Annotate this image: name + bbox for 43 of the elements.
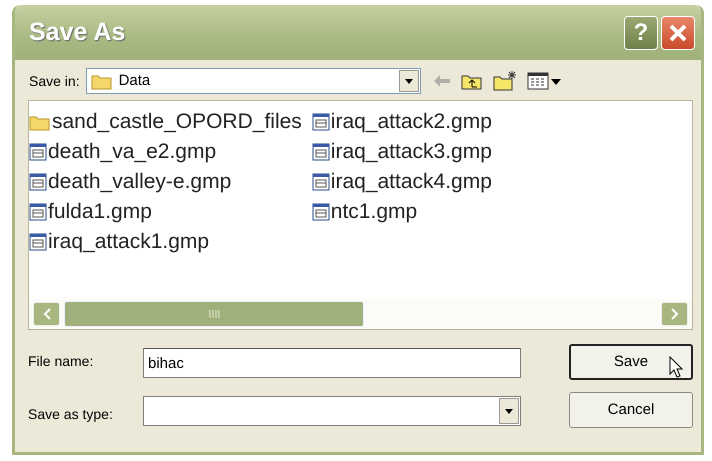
mouse-cursor-icon [669,356,683,378]
file-icon [312,112,330,132]
file-name: sand_castle_OPORD_files [52,109,302,136]
close-button[interactable] [661,16,695,50]
dropdown-button[interactable] [499,398,519,424]
file-item[interactable]: fulda1.gmp [29,197,302,227]
folder-name: Data [118,70,152,91]
file-item[interactable]: death_va_e2.gmp [29,137,302,167]
file-item[interactable]: iraq_attack4.gmp [312,167,492,197]
new-folder-icon[interactable] [492,70,517,92]
file-item[interactable]: iraq_attack3.gmp [312,137,492,167]
save-in-label: Save in: [29,72,80,90]
file-item[interactable]: death_valley-e.gmp [29,167,302,197]
file-icon [312,172,330,192]
file-name-field[interactable]: bihac [143,348,521,378]
save-in-dropdown[interactable]: Data [86,68,421,94]
window-title: Save As [29,16,126,48]
file-icon [312,142,330,162]
file-name: ntc1.gmp [330,199,418,226]
save-button[interactable]: Save [569,344,693,380]
file-item[interactable]: iraq_attack2.gmp [312,107,492,137]
file-name: iraq_attack1.gmp [48,229,210,256]
file-name: death_va_e2.gmp [48,139,216,166]
close-icon [668,22,688,42]
cancel-button[interactable]: Cancel [569,392,693,428]
file-item[interactable]: sand_castle_OPORD_files [29,107,302,137]
dropdown-button[interactable] [398,70,419,92]
file-name: fulda1.gmp [48,199,152,226]
file-name: iraq_attack2.gmp [330,109,492,136]
grip-icon [208,309,220,319]
file-item[interactable]: iraq_attack1.gmp [29,227,302,257]
caret-icon [504,408,514,414]
file-icon [312,202,330,222]
file-name: death_valley-e.gmp [48,169,232,196]
file-name: iraq_attack3.gmp [330,139,492,166]
save-as-type-label: Save as type: [28,405,114,424]
save-as-type-dropdown[interactable] [143,396,521,426]
scroll-thumb[interactable] [64,301,364,327]
file-item[interactable]: ntc1.gmp [312,197,492,227]
file-name-label: File name: [28,352,94,371]
caret-icon [404,78,414,84]
file-name: iraq_attack4.gmp [330,169,492,196]
view-menu-icon[interactable] [526,71,563,91]
